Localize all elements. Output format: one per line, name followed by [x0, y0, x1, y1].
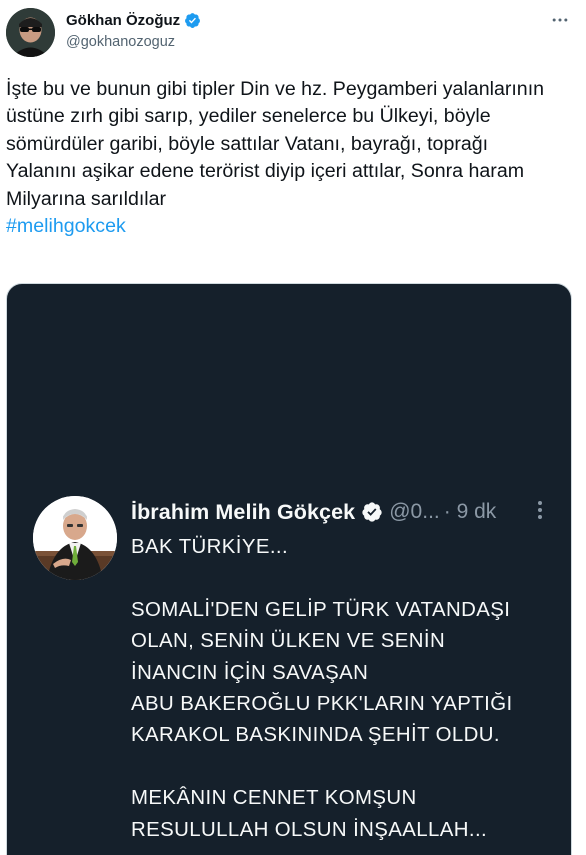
author-name-row[interactable]: Gökhan Özoğuz [66, 12, 201, 29]
more-options-button[interactable] [548, 8, 572, 32]
embedded-header: İbrahim Melih Gökçek @0... · 9 dk [131, 497, 551, 527]
media-image[interactable]: İbrahim Melih Gökçek @0... · 9 dk BAK TÜ… [6, 283, 572, 855]
tweet: Gökhan Özoğuz @gokhanozoguz İşte bu ve b… [0, 0, 586, 855]
author-avatar[interactable] [6, 8, 55, 57]
embedded-author-avatar [33, 496, 117, 580]
embedded-tweet-text: BAK TÜRKİYE... SOMALİ'DEN GELİP TÜRK VAT… [131, 536, 513, 841]
author-avatar-image [6, 8, 55, 57]
embedded-author-name: İbrahim Melih Gökçek [131, 499, 356, 524]
embedded-timestamp: · 9 dk [443, 500, 497, 523]
author-name[interactable]: Gökhan Özoğuz [66, 12, 180, 29]
author-handle[interactable]: @gokhanozoguz [66, 34, 175, 50]
tweet-text: İşte bu ve bunun gibi tipler Din ve hz. … [6, 76, 576, 240]
verified-badge-icon [185, 13, 201, 28]
embedded-author-handle: @0... [389, 500, 440, 523]
hashtag-link[interactable]: #melihgokcek [6, 215, 126, 237]
tweet-body: İşte bu ve bunun gibi tipler Din ve hz. … [6, 78, 545, 210]
more-vertical-icon [538, 501, 542, 519]
embedded-verified-badge-icon [362, 502, 382, 522]
embedded-avatar-image [33, 496, 117, 580]
more-horizontal-icon [552, 18, 568, 22]
